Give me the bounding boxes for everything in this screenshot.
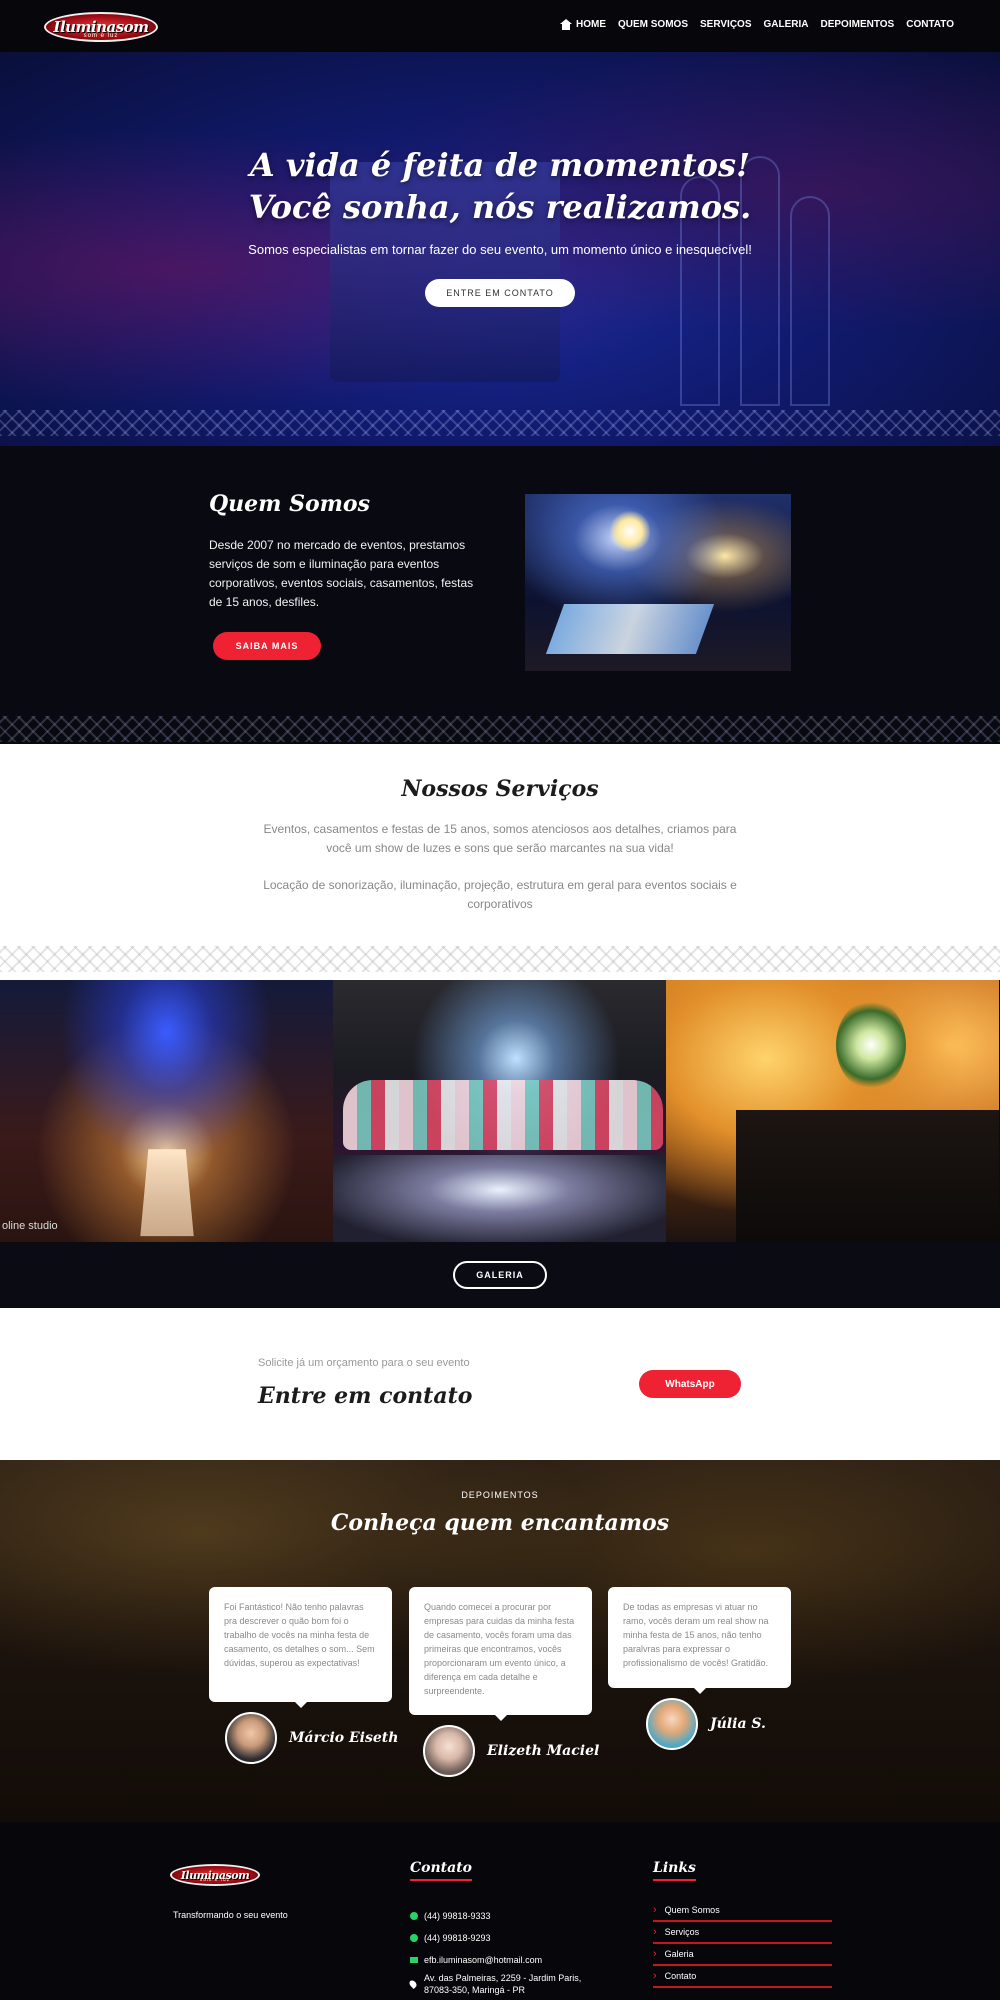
gallery-image-reception[interactable]: oline studio [0,980,333,1242]
avatar [225,1712,277,1764]
hero-contact-button[interactable]: ENTRE EM CONTATO [425,279,575,307]
photo-dance-floor [545,604,715,654]
gallery-aisle [140,1149,194,1237]
footer-phone-1[interactable]: (44) 99818-9333 [410,1910,491,1922]
gallery-flowers [836,1000,906,1090]
author-name: Elizeth Maciel [487,1743,600,1759]
services-section: Nossos Serviços Eventos, casamentos e fe… [0,744,1000,980]
phone-text: (44) 99818-9293 [424,1933,491,1943]
nav-servicos[interactable]: SERVIÇOS [700,19,752,30]
footer-link-galeria[interactable]: › Galeria [653,1944,832,1966]
testimonial-author: Elizeth Maciel [423,1725,599,1777]
decorative-pattern-band [0,410,1000,436]
gallery-dresses [343,1080,663,1150]
hero-title-line1: A vida é feita de momentos! [249,146,751,184]
chevron-right-icon: › [653,1904,657,1916]
address-line-1: Av. das Palmeiras, 2259 - Jardim Paris, [424,1973,582,1983]
services-title: Nossos Serviços [401,776,599,802]
contact-cta-section: Solicite já um orçamento para o seu even… [0,1308,1000,1460]
author-name: Júlia S. [710,1716,766,1732]
testimonial-card: Foi Fantástico! Não tenho palavras pra d… [209,1587,392,1708]
location-pin-icon [408,1979,418,1989]
services-paragraph-2: Locação de sonorização, iluminação, proj… [263,878,737,911]
avatar [423,1725,475,1777]
footer-logo[interactable]: Iluminasom som e luz [170,1864,260,1886]
author-name: Márcio Eiseth [289,1730,399,1746]
address-line-2: 87083-350, Maringá - PR [424,1985,526,1995]
photo-chandelier [610,509,650,554]
testimonials-title: Conheça quem encantamos [330,1510,670,1536]
footer: Iluminasom som e luz Transformando o seu… [0,1822,1000,2000]
whatsapp-icon [410,1934,418,1942]
footer-address: Av. das Palmeiras, 2259 - Jardim Paris, … [408,1972,582,1996]
gallery-image-debutantes[interactable] [333,980,666,1242]
decorative-pattern-band [0,716,1000,742]
whatsapp-button[interactable]: WhatsApp [639,1370,741,1398]
cta-title: Entre em contato [258,1383,473,1409]
services-paragraph-1: Eventos, casamentos e festas de 15 anos,… [263,822,737,855]
footer-link-servicos[interactable]: › Serviços [653,1922,832,1944]
chevron-right-icon: › [653,1948,657,1960]
galeria-button[interactable]: GALERIA [453,1261,547,1289]
main-menu: HOME QUEM SOMOS SERVIÇOS GALERIA DEPOIME… [559,19,954,30]
footer-link-quem-somos[interactable]: › Quem Somos [653,1900,832,1922]
footer-tagline: Transformando o seu evento [173,1910,288,1920]
chevron-right-icon: › [653,1926,657,1938]
about-text: Desde 2007 no mercado de eventos, presta… [209,538,474,609]
gallery-button-bar: GALERIA [0,1242,1000,1308]
footer-links-title: Links [653,1860,696,1881]
home-icon [559,19,572,30]
nav-home[interactable]: HOME [559,19,606,30]
logo-subtext: som e luz [199,1877,231,1883]
testimonial-card: Quando comecei a procurar por empresas p… [409,1587,592,1721]
cta-subtext: Solicite já um orçamento para o seu even… [258,1357,470,1369]
whatsapp-icon [410,1912,418,1920]
nav-quem-somos[interactable]: QUEM SOMOS [618,19,688,30]
footer-contato-title: Contato [410,1860,473,1881]
footer-link-label: Contato [664,1971,697,1981]
gallery-floor [333,1155,666,1242]
mail-icon [410,1957,418,1963]
decorative-pattern-band [0,946,1000,972]
gallery-image-caption: oline studio [2,1220,58,1232]
footer-phone-2[interactable]: (44) 99818-9293 [410,1932,491,1944]
footer-link-label: Galeria [664,1949,694,1959]
about-title: Quem Somos [209,491,370,517]
top-navbar: Iluminasom som e luz HOME QUEM SOMOS SER… [0,0,1000,52]
logo-subtext: som e luz [83,33,119,39]
footer-link-contato[interactable]: › Contato [653,1966,832,1988]
hero-section: A vida é feita de momentos! Você sonha, … [0,52,1000,446]
brand-logo[interactable]: Iluminasom som e luz [44,12,158,42]
nav-galeria[interactable]: GALERIA [764,19,809,30]
testimonial-author: Júlia S. [646,1698,766,1750]
saiba-mais-button[interactable]: SAIBA MAIS [213,632,321,660]
testimonial-author: Márcio Eiseth [225,1712,398,1764]
testimonial-card: De todas as empresas vi atuar no ramo, v… [608,1587,791,1694]
testimonials-overline: DEPOIMENTOS [461,1490,539,1500]
hero-subtitle: Somos especialistas em tornar fazer do s… [248,242,752,257]
about-event-photo [525,494,791,671]
phone-text: (44) 99818-9333 [424,1911,491,1921]
hero-title-line2: Você sonha, nós realizamos. [248,188,752,226]
gallery-image-banquet[interactable] [666,980,999,1242]
avatar [646,1698,698,1750]
gallery-strip: oline studio [0,980,1000,1242]
footer-link-label: Serviços [664,1927,700,1937]
chevron-right-icon: › [653,1970,657,1982]
gallery-tables [736,1110,999,1242]
email-text: efb.iluminasom@hotmail.com [424,1955,543,1965]
nav-contato[interactable]: CONTATO [906,19,954,30]
footer-link-label: Quem Somos [664,1905,720,1915]
hero-title: A vida é feita de momentos! Você sonha, … [0,144,1000,228]
nav-depoimentos[interactable]: DEPOIMENTOS [821,19,895,30]
testimonials-section: DEPOIMENTOS Conheça quem encantamos Foi … [0,1460,1000,1822]
about-section: Quem Somos Desde 2007 no mercado de even… [0,446,1000,744]
footer-email[interactable]: efb.iluminasom@hotmail.com [410,1954,542,1966]
nav-home-label: HOME [575,19,606,30]
